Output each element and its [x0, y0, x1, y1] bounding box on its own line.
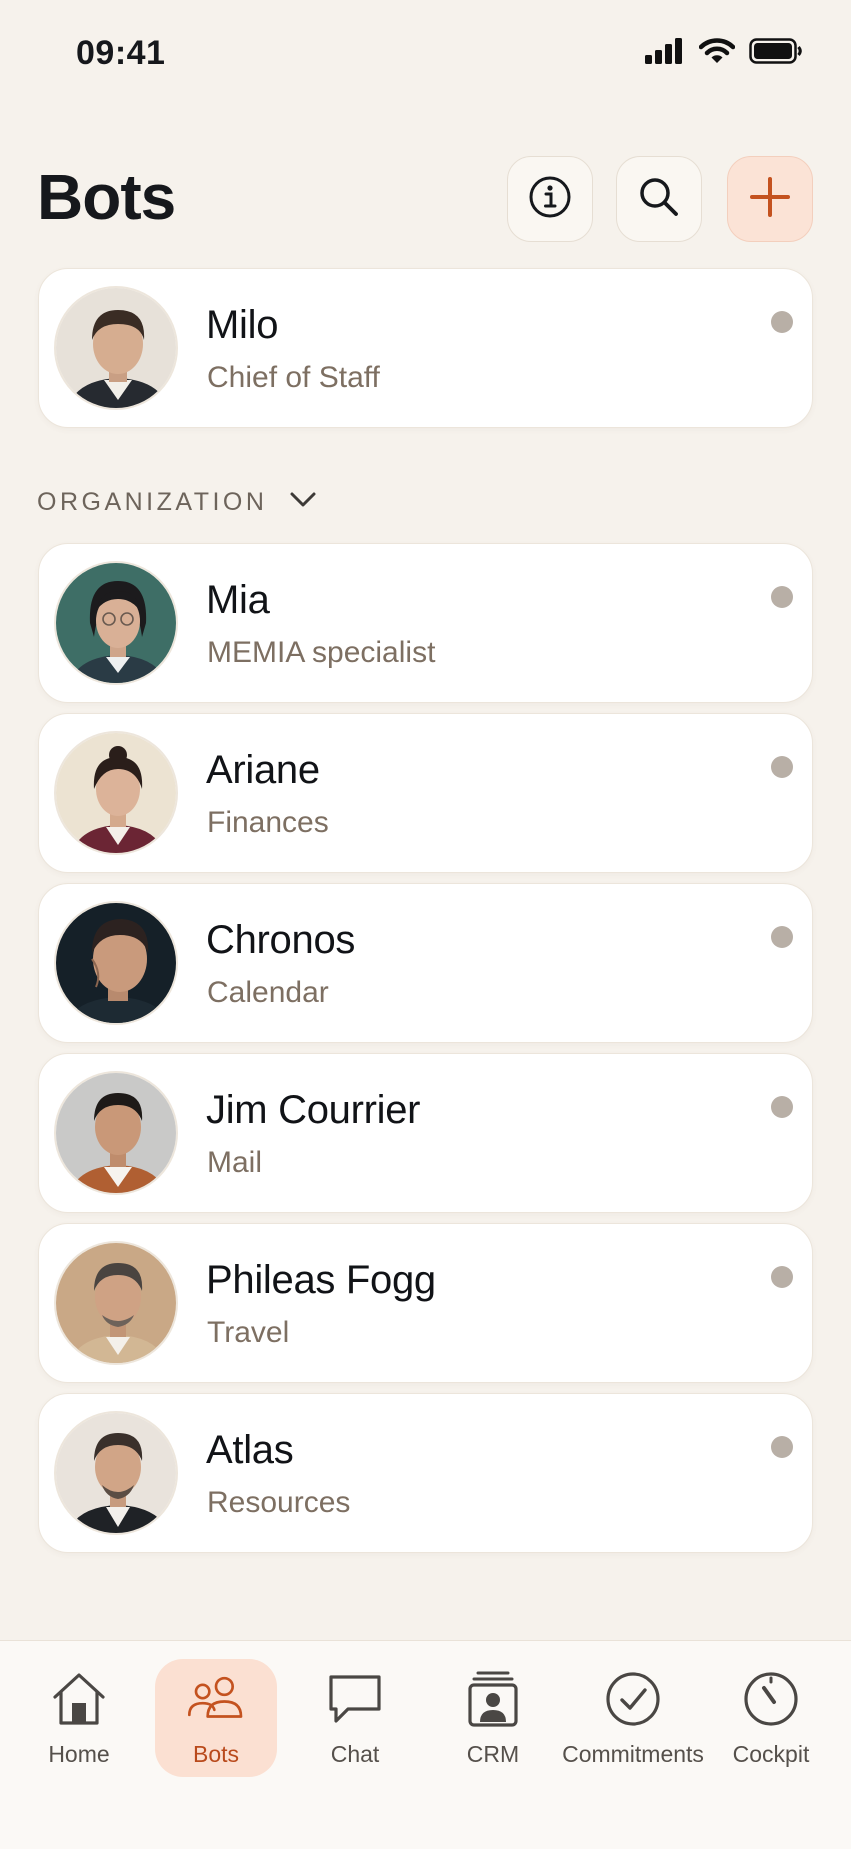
plus-icon: [748, 175, 792, 224]
bot-card-mia[interactable]: Mia MEMIA specialist: [38, 543, 813, 703]
avatar: [54, 901, 178, 1025]
search-button[interactable]: [616, 156, 702, 242]
bot-name: Atlas: [206, 1428, 294, 1472]
checkmark-circle-icon: [603, 1669, 663, 1729]
tab-bots[interactable]: Bots: [155, 1659, 277, 1777]
tab-label: Chat: [330, 1741, 380, 1767]
chevron-down-icon: [289, 491, 317, 514]
status-dot: [771, 586, 793, 608]
bot-name: Chronos: [206, 918, 356, 962]
avatar: [54, 731, 178, 855]
tab-label: Commitments: [562, 1741, 704, 1767]
avatar: [54, 1241, 178, 1365]
status-dot: [771, 1266, 793, 1288]
tab-commitments[interactable]: Commitments: [562, 1659, 704, 1777]
bot-name: Ariane: [206, 748, 320, 792]
bot-role: Resources: [207, 1486, 351, 1519]
tab-home[interactable]: Home: [18, 1659, 140, 1777]
status-bar: 09:41: [0, 0, 851, 110]
avatar: [54, 286, 178, 410]
tab-chat[interactable]: Chat: [294, 1659, 416, 1777]
avatar: [54, 1411, 178, 1535]
bot-role: MEMIA specialist: [207, 636, 436, 669]
tab-label: Cockpit: [732, 1741, 810, 1767]
status-time: 09:41: [76, 34, 166, 72]
bot-card-chronos[interactable]: Chronos Calendar: [38, 883, 813, 1043]
section-header-organization[interactable]: ORGANIZATION: [37, 488, 317, 517]
avatar: [54, 561, 178, 685]
bot-card-ariane[interactable]: Ariane Finances: [38, 713, 813, 873]
tab-crm[interactable]: CRM: [432, 1659, 554, 1777]
bot-role: Finances: [207, 806, 329, 839]
chat-bubble-icon: [325, 1669, 385, 1729]
bot-card-milo[interactable]: Milo Chief of Staff: [38, 268, 813, 428]
tab-cockpit[interactable]: Cockpit: [710, 1659, 832, 1777]
status-dot: [771, 756, 793, 778]
info-icon: [528, 175, 572, 224]
status-dot: [771, 1096, 793, 1118]
bot-name: Phileas Fogg: [206, 1258, 436, 1302]
bot-role: Calendar: [207, 976, 329, 1009]
contact-card-icon: [463, 1669, 523, 1729]
status-dot: [771, 311, 793, 333]
bot-name: Jim Courrier: [206, 1088, 421, 1132]
bot-card-phileas-fogg[interactable]: Phileas Fogg Travel: [38, 1223, 813, 1383]
bot-role: Travel: [207, 1316, 290, 1349]
section-label: ORGANIZATION: [37, 488, 268, 516]
wifi-icon: [698, 38, 736, 69]
battery-icon: [749, 38, 803, 69]
page-title: Bots: [37, 161, 176, 233]
add-bot-button[interactable]: [727, 156, 813, 242]
bot-role: Mail: [207, 1146, 263, 1179]
people-icon: [186, 1669, 246, 1729]
search-icon: [637, 175, 681, 224]
status-icons: [645, 38, 803, 69]
tab-label: Bots: [192, 1741, 240, 1767]
status-dot: [771, 1436, 793, 1458]
avatar: [54, 1071, 178, 1195]
bot-role: Chief of Staff: [207, 361, 380, 394]
gauge-icon: [741, 1669, 801, 1729]
bot-name: Mia: [206, 578, 270, 622]
tab-label: CRM: [466, 1741, 520, 1767]
tab-bar: Home Bots Chat CRM Commitments Cockpit: [0, 1640, 851, 1849]
bot-card-atlas[interactable]: Atlas Resources: [38, 1393, 813, 1553]
tab-label: Home: [48, 1741, 110, 1767]
home-icon: [49, 1669, 109, 1729]
cellular-signal-icon: [645, 38, 685, 69]
info-button[interactable]: [507, 156, 593, 242]
status-dot: [771, 926, 793, 948]
bot-card-jim-courrier[interactable]: Jim Courrier Mail: [38, 1053, 813, 1213]
bot-name: Milo: [206, 303, 279, 347]
